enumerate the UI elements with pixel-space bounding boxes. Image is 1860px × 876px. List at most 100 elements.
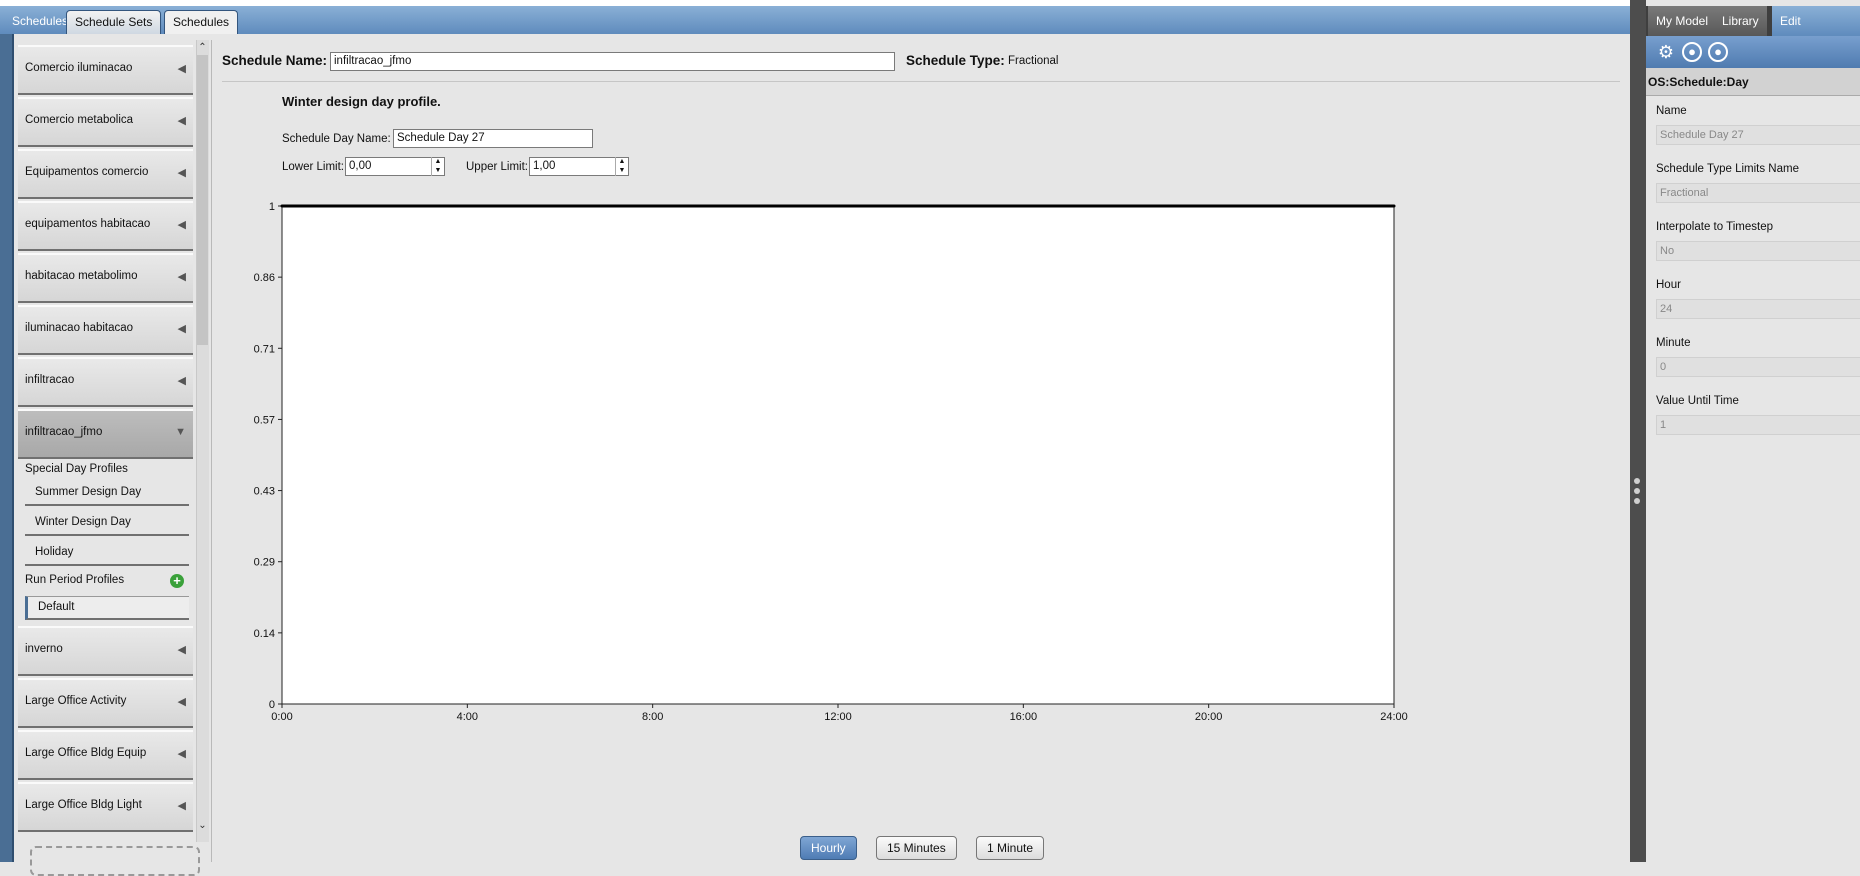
- schedule-value-point: [1392, 204, 1396, 208]
- schedule-item[interactable]: Comercio iluminacao ◀: [18, 45, 193, 95]
- main-tab-bar: Schedules Schedule Sets Schedules: [0, 6, 1630, 34]
- schedule-name-label: Schedule Name:: [222, 53, 328, 68]
- x-tick-label: 4:00: [457, 711, 478, 723]
- tab-schedule-sets[interactable]: Schedule Sets: [66, 10, 162, 34]
- expand-arrow-icon[interactable]: ◀: [178, 270, 186, 283]
- expand-arrow-icon[interactable]: ◀: [178, 322, 186, 335]
- expand-arrow-icon[interactable]: ◀: [178, 374, 186, 387]
- expand-arrow-icon[interactable]: ◀: [178, 747, 186, 760]
- schedule-item[interactable]: inverno ◀: [18, 626, 193, 676]
- field-type-limits-label: Schedule Type Limits Name: [1656, 163, 1799, 175]
- field-hour-value[interactable]: 24: [1656, 299, 1860, 319]
- schedule-item-label: Large Office Bldg Light: [25, 799, 142, 811]
- fifteen-minutes-button[interactable]: 15 Minutes: [876, 836, 957, 860]
- upper-limit-input[interactable]: 1,00: [529, 157, 629, 176]
- field-name-value[interactable]: Schedule Day 27: [1656, 125, 1860, 145]
- plot-area: [281, 205, 1395, 705]
- profile-winter-design-day[interactable]: Winter Design Day: [25, 512, 189, 536]
- schedule-item-label: iluminacao habitacao: [25, 322, 134, 334]
- drop-zone[interactable]: [30, 846, 200, 876]
- profile-default[interactable]: Default: [25, 596, 189, 620]
- upper-limit-stepper-icon[interactable]: ▲ ▼: [615, 157, 628, 176]
- lower-limit-label: Lower Limit:: [282, 161, 344, 173]
- tab-schedules-plain[interactable]: Schedules: [8, 10, 72, 34]
- expand-arrow-icon[interactable]: ◀: [178, 218, 186, 231]
- profile-holiday[interactable]: Holiday: [25, 542, 189, 566]
- field-minute-label: Minute: [1656, 337, 1691, 349]
- y-tick-label: 0.43: [254, 486, 275, 498]
- schedule-name-input[interactable]: infiltracao_jfmo: [330, 52, 895, 71]
- field-minute-value[interactable]: 0: [1656, 357, 1860, 377]
- schedule-item-label: infiltracao: [25, 374, 75, 386]
- schedule-type-label: Schedule Type:: [906, 53, 1005, 68]
- tab-schedules[interactable]: Schedules: [164, 10, 239, 34]
- tab-library[interactable]: Library: [1714, 6, 1767, 36]
- schedule-item[interactable]: infiltracao ◀: [18, 357, 193, 407]
- x-tick-label: 8:00: [642, 711, 663, 723]
- field-interpolate-value[interactable]: No: [1656, 241, 1860, 261]
- one-minute-button[interactable]: 1 Minute: [976, 836, 1045, 860]
- tab-my-model[interactable]: My Model: [1648, 6, 1717, 36]
- left-edge: [0, 34, 12, 862]
- schedule-item[interactable]: iluminacao habitacao ◀: [18, 305, 193, 355]
- schedule-item-selected[interactable]: infiltracao_jfmo ▼: [18, 409, 193, 459]
- schedule-list: Comercio iluminacao ◀ Comercio metabolica…: [18, 40, 194, 840]
- schedule-item[interactable]: Large Office Bldg Light ◀: [18, 782, 193, 832]
- expand-arrow-icon[interactable]: ◀: [178, 643, 186, 656]
- schedule-item-label: Comercio iluminacao: [25, 62, 133, 74]
- schedule-type-value: Fractional: [1008, 55, 1059, 67]
- separator: [222, 81, 1620, 82]
- schedule-item[interactable]: Comercio metabolica ◀: [18, 97, 193, 147]
- schedule-item[interactable]: Equipamentos comercio ◀: [18, 149, 193, 199]
- expand-arrow-icon[interactable]: ◀: [178, 114, 186, 127]
- profile-summer-design-day[interactable]: Summer Design Day: [25, 482, 189, 506]
- inspector-title: OS:Schedule:Day: [1648, 75, 1749, 89]
- field-type-limits-value[interactable]: Fractional: [1656, 183, 1860, 203]
- gear-icon[interactable]: ⚙: [1656, 42, 1676, 62]
- field-interpolate-label: Interpolate to Timestep: [1656, 221, 1773, 233]
- field-hour-label: Hour: [1656, 279, 1681, 291]
- run-period-profiles-header: Run Period Profiles: [25, 574, 125, 586]
- sidebar-scrollbar-thumb[interactable]: [197, 55, 208, 345]
- scroll-down-icon[interactable]: ⌄: [196, 820, 209, 831]
- inspector-header: OS:Schedule:Day: [1646, 68, 1860, 96]
- x-tick-label: 24:00: [1380, 711, 1408, 723]
- expand-arrow-icon[interactable]: ◀: [178, 799, 186, 812]
- schedule-item[interactable]: habitacao metabolimo ◀: [18, 253, 193, 303]
- field-value-until-value[interactable]: 1: [1656, 415, 1860, 435]
- collapse-arrow-icon[interactable]: ▼: [175, 426, 186, 438]
- schedule-day-name-input[interactable]: Schedule Day 27: [393, 129, 593, 148]
- tab-edit[interactable]: Edit: [1772, 6, 1860, 36]
- scroll-up-icon[interactable]: ⌃: [196, 42, 209, 53]
- add-icon[interactable]: +: [170, 574, 184, 588]
- toggle-icon-2[interactable]: ●: [1708, 42, 1728, 62]
- lower-limit-input[interactable]: 0,00: [345, 157, 445, 176]
- field-value-until-label: Value Until Time: [1656, 395, 1739, 407]
- inspector-toolbar: ⚙ ● ●: [1646, 36, 1860, 68]
- special-day-profiles-header: Special Day Profiles: [25, 463, 128, 475]
- schedule-item-label: infiltracao_jfmo: [25, 426, 103, 438]
- schedule-item[interactable]: equipamentos habitacao ◀: [18, 201, 193, 251]
- schedule-day-name-label: Schedule Day Name:: [282, 133, 391, 145]
- schedule-item[interactable]: Large Office Activity ◀: [18, 678, 193, 728]
- schedule-item-label: habitacao metabolimo: [25, 270, 138, 282]
- schedule-chart[interactable]: 0 0.14 0.29 0.43 0.57 0.71 0.86 1 0:00 4:00 8:00 12…: [250, 200, 1630, 825]
- y-tick-label: 1: [269, 201, 275, 213]
- hourly-button[interactable]: Hourly: [800, 836, 857, 860]
- x-tick-label: 20:00: [1195, 711, 1223, 723]
- y-tick-label: 0.86: [254, 272, 275, 284]
- x-tick-label: 0:00: [271, 711, 292, 723]
- expand-arrow-icon[interactable]: ◀: [178, 695, 186, 708]
- schedule-item-label: Equipamentos comercio: [25, 166, 149, 178]
- toggle-icon[interactable]: ●: [1682, 42, 1702, 62]
- schedule-item-label: equipamentos habitacao: [25, 218, 151, 230]
- schedule-item[interactable]: Large Office Bldg Equip ◀: [18, 730, 193, 780]
- drag-grip-icon[interactable]: [1634, 478, 1642, 508]
- inspector-tab-bar: My Model Library Edit: [1646, 6, 1860, 36]
- lower-limit-stepper-icon[interactable]: ▲ ▼: [431, 157, 444, 176]
- schedule-value-point: [280, 204, 284, 208]
- expand-arrow-icon[interactable]: ◀: [178, 62, 186, 75]
- panel-divider[interactable]: [1630, 0, 1646, 862]
- expand-arrow-icon[interactable]: ◀: [178, 166, 186, 179]
- y-tick-label: 0.29: [254, 557, 275, 569]
